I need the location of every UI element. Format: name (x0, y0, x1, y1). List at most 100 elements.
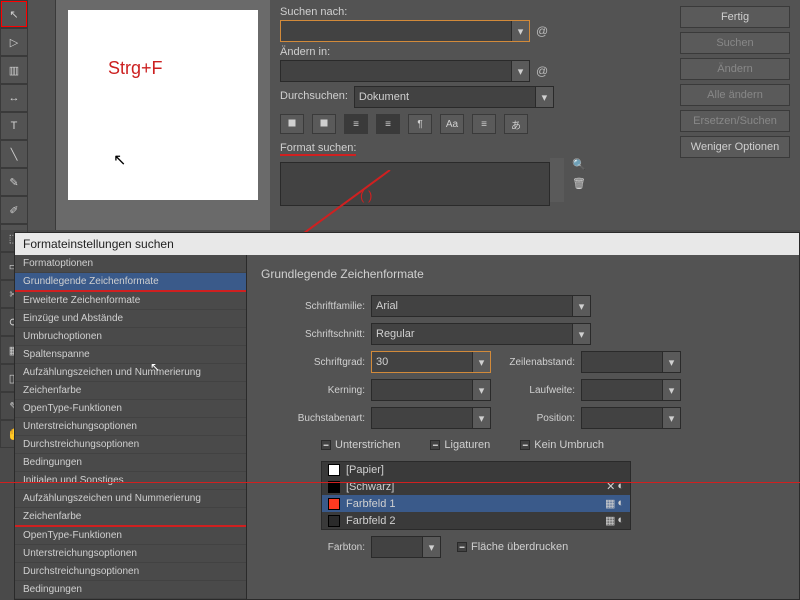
category-item[interactable]: Grundlegende Zeichenformate (15, 273, 246, 292)
arrow-icon: ↖ (9, 8, 18, 21)
category-item[interactable]: Initialen und Sonstiges (15, 472, 246, 490)
position-select[interactable]: ▾ (581, 407, 681, 429)
underline-check[interactable]: ━Unterstrichen (321, 439, 400, 451)
pen-tool[interactable]: ✎ (0, 168, 28, 196)
include-hidden-layers-icon[interactable]: ≡ (344, 114, 368, 134)
swatch-list[interactable]: [Papier] [Schwarz]✕◐ Farbfeld 1▦◐ Farbfe… (321, 461, 631, 530)
category-item[interactable]: Zeichenfarbe (15, 382, 246, 400)
category-item[interactable]: Unterstreichungsoptionen (15, 545, 246, 563)
tint-input[interactable]: ▾ (371, 536, 441, 558)
include-master-pages-icon[interactable]: ≡ (376, 114, 400, 134)
kerning-select[interactable]: ▾ (371, 379, 491, 401)
less-options-button[interactable]: Weniger Optionen (680, 136, 790, 158)
dialog-title: Formateinstellungen suchen (15, 233, 799, 255)
case-sensitive-icon[interactable]: Aa (440, 114, 464, 134)
type-tool[interactable]: T (0, 112, 28, 140)
scrollbar[interactable] (550, 158, 564, 202)
category-item[interactable]: Erweiterte Zeichenformate (15, 292, 246, 310)
swatch-row[interactable]: Farbfeld 1▦◐ (322, 495, 630, 512)
chevron-down-icon[interactable]: ▾ (511, 21, 529, 41)
category-list[interactable]: Formatoptionen Grundlegende Zeichenforma… (15, 255, 247, 599)
tracking-input[interactable]: ▾ (581, 379, 681, 401)
nobreak-check[interactable]: ━Kein Umbruch (520, 439, 604, 451)
whole-word-icon[interactable]: ≡ (472, 114, 496, 134)
search-input[interactable]: ▾ (280, 20, 530, 42)
button-column: Fertig Suchen Ändern Alle ändern Ersetze… (680, 6, 790, 162)
swatch-row[interactable]: [Schwarz]✕◐ (322, 478, 630, 495)
page-icon: ▥ (9, 64, 19, 77)
page-tool[interactable]: ▥ (0, 56, 28, 84)
category-item[interactable]: Bedingungen (15, 454, 246, 472)
kana-sensitive-icon[interactable]: あ (504, 114, 528, 134)
change-all-button[interactable]: Alle ändern (680, 84, 790, 106)
category-item[interactable]: Umbruchoptionen (15, 328, 246, 346)
category-item[interactable]: Formatoptionen (15, 255, 246, 273)
direct-icon: ▷ (10, 36, 18, 49)
ligatures-check[interactable]: ━Ligaturen (430, 439, 490, 451)
chevron-down-icon[interactable]: ▾ (662, 380, 680, 400)
done-button[interactable]: Fertig (680, 6, 790, 28)
chevron-down-icon[interactable]: ▾ (535, 87, 553, 107)
scope-select[interactable]: Dokument▾ (354, 86, 554, 108)
detail-heading: Grundlegende Zeichenformate (261, 267, 785, 281)
category-item[interactable]: Durchstreichungsoptionen (15, 436, 246, 454)
change-button[interactable]: Ändern (680, 58, 790, 80)
font-size-input[interactable]: 30▾ (371, 351, 491, 373)
category-item[interactable]: Unterstreichungsoptionen (15, 418, 246, 436)
category-item[interactable]: OpenType-Funktionen (15, 527, 246, 545)
font-size-label: Schriftgrad: (261, 357, 371, 368)
include-footnotes-icon[interactable]: ¶ (408, 114, 432, 134)
swatch-row[interactable]: Farbfeld 2▦◐ (322, 512, 630, 529)
font-family-select[interactable]: Arial▾ (371, 295, 591, 317)
format-settings-dialog: Formateinstellungen suchen Formatoptione… (14, 232, 800, 600)
stepper-icon[interactable]: ▾ (422, 537, 440, 557)
chevron-down-icon[interactable]: ▾ (662, 408, 680, 428)
clear-format-icon[interactable]: 🗑 (572, 177, 586, 190)
pen-icon: ✎ (9, 176, 18, 189)
cursor-icon: ↖ (150, 360, 160, 374)
case-label: Buchstabenart: (261, 413, 371, 424)
colorwheel-icon: ◐ (617, 497, 624, 510)
chevron-down-icon[interactable]: ▾ (662, 352, 680, 372)
category-item[interactable]: Spaltenspanne (15, 346, 246, 364)
leading-input[interactable]: ▾ (581, 351, 681, 373)
annotation-redline (0, 482, 800, 483)
chevron-down-icon[interactable]: ▾ (472, 380, 490, 400)
font-style-select[interactable]: Regular▾ (371, 323, 591, 345)
category-item[interactable]: OpenType-Funktionen (15, 400, 246, 418)
category-item[interactable]: Einzüge und Abstände (15, 310, 246, 328)
swatch-row[interactable]: [Papier] (322, 462, 630, 478)
category-item[interactable]: Zeichenfarbe (15, 508, 246, 527)
font-style-label: Schriftschnitt: (261, 329, 371, 340)
category-item[interactable]: Aufzählungszeichen und Nummerierung (15, 490, 246, 508)
include-locked-stories-icon[interactable]: ⯀ (312, 114, 336, 134)
category-item[interactable]: Aufzählungszeichen und Nummerierung (15, 364, 246, 382)
line-tool[interactable]: ╲ (0, 140, 28, 168)
pencil-icon: ✐ (9, 204, 18, 217)
gap-tool[interactable]: ↔ (0, 84, 28, 112)
scope-label: Durchsuchen: (280, 90, 348, 102)
case-select[interactable]: ▾ (371, 407, 491, 429)
direct-selection-tool[interactable]: ▷ (0, 28, 28, 56)
chevron-down-icon[interactable]: ▾ (572, 324, 590, 344)
colorwheel-icon: ◐ (617, 514, 624, 527)
pencil-tool[interactable]: ✐ (0, 196, 28, 224)
category-item[interactable]: Durchstreichungsoptionen (15, 563, 246, 581)
replace-find-button[interactable]: Ersetzen/Suchen (680, 110, 790, 132)
kerning-label: Kerning: (261, 385, 371, 396)
overprint-fill-check[interactable]: ━Fläche überdrucken (457, 541, 568, 553)
specify-format-icon[interactable]: 🔍 (572, 158, 586, 171)
chevron-down-icon[interactable]: ▾ (511, 61, 529, 81)
chevron-down-icon[interactable]: ▾ (472, 352, 490, 372)
detail-pane: Grundlegende Zeichenformate Schriftfamil… (247, 255, 799, 599)
chevron-down-icon[interactable]: ▾ (472, 408, 490, 428)
special-char-button-2[interactable]: @ (536, 64, 548, 78)
search-button[interactable]: Suchen (680, 32, 790, 54)
include-locked-layers-icon[interactable]: ⯀ (280, 114, 304, 134)
category-item[interactable]: Bedingungen (15, 581, 246, 599)
special-char-button[interactable]: @ (536, 24, 548, 38)
colormode-icon: ▦ (605, 497, 615, 510)
chevron-down-icon[interactable]: ▾ (572, 296, 590, 316)
change-input[interactable]: ▾ (280, 60, 530, 82)
selection-tool[interactable]: ↖ (0, 0, 28, 28)
